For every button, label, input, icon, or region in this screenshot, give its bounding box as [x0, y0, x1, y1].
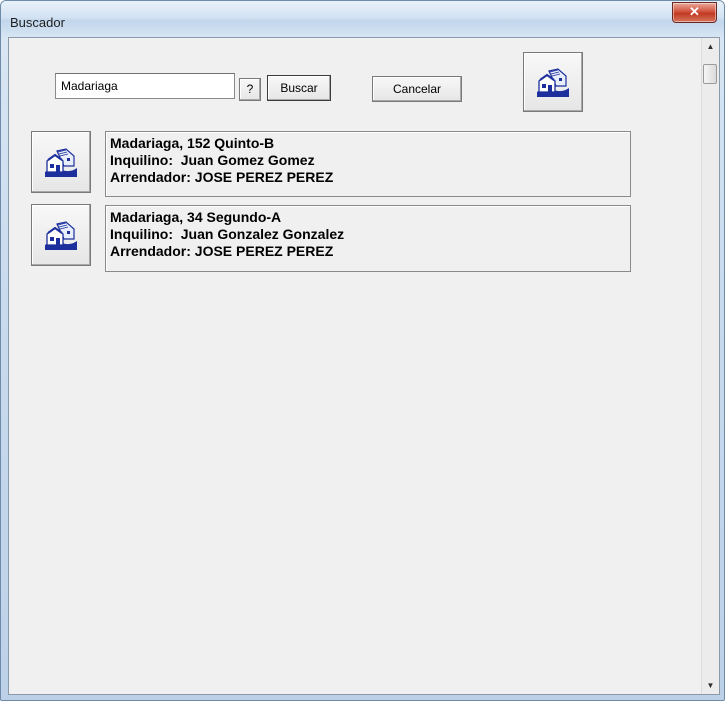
scroll-up-arrow-icon[interactable]: ▲ [702, 38, 719, 55]
scroll-down-arrow-icon[interactable]: ▼ [702, 677, 719, 694]
help-button[interactable]: ? [239, 78, 261, 101]
scroll-thumb[interactable] [703, 64, 717, 84]
window-title: Buscador [10, 15, 65, 30]
add-property-button[interactable] [523, 52, 583, 112]
search-input[interactable] [55, 73, 235, 99]
house-icon [44, 221, 78, 250]
search-panel: ? Buscar Cancelar Madariaga, 152 Quinto-… [8, 37, 720, 695]
house-icon [44, 148, 78, 177]
close-icon: ✕ [689, 4, 700, 19]
cancel-button[interactable]: Cancelar [372, 76, 462, 102]
result-open-button[interactable] [31, 131, 91, 193]
vertical-scrollbar[interactable]: ▲ ▼ [701, 38, 719, 694]
buscador-window: Buscador ✕ ? Buscar Cancelar Madariaga, … [0, 0, 725, 701]
result-tenant: Inquilino: Juan Gonzalez Gonzalez [110, 226, 345, 242]
result-address: Madariaga, 152 Quinto-B [110, 135, 275, 151]
close-button[interactable]: ✕ [672, 2, 717, 23]
result-item[interactable]: Madariaga, 152 Quinto-B Inquilino: Juan … [105, 131, 631, 197]
search-button[interactable]: Buscar [267, 75, 331, 101]
result-address: Madariaga, 34 Segundo-A [110, 209, 282, 225]
result-landlord: Arrendador: JOSE PEREZ PEREZ [110, 169, 334, 185]
result-landlord: Arrendador: JOSE PEREZ PEREZ [110, 243, 334, 259]
house-icon [536, 68, 570, 97]
result-tenant: Inquilino: Juan Gomez Gomez [110, 152, 315, 168]
title-bar: Buscador ✕ [1, 1, 724, 37]
result-item[interactable]: Madariaga, 34 Segundo-A Inquilino: Juan … [105, 205, 631, 272]
result-open-button[interactable] [31, 204, 91, 266]
